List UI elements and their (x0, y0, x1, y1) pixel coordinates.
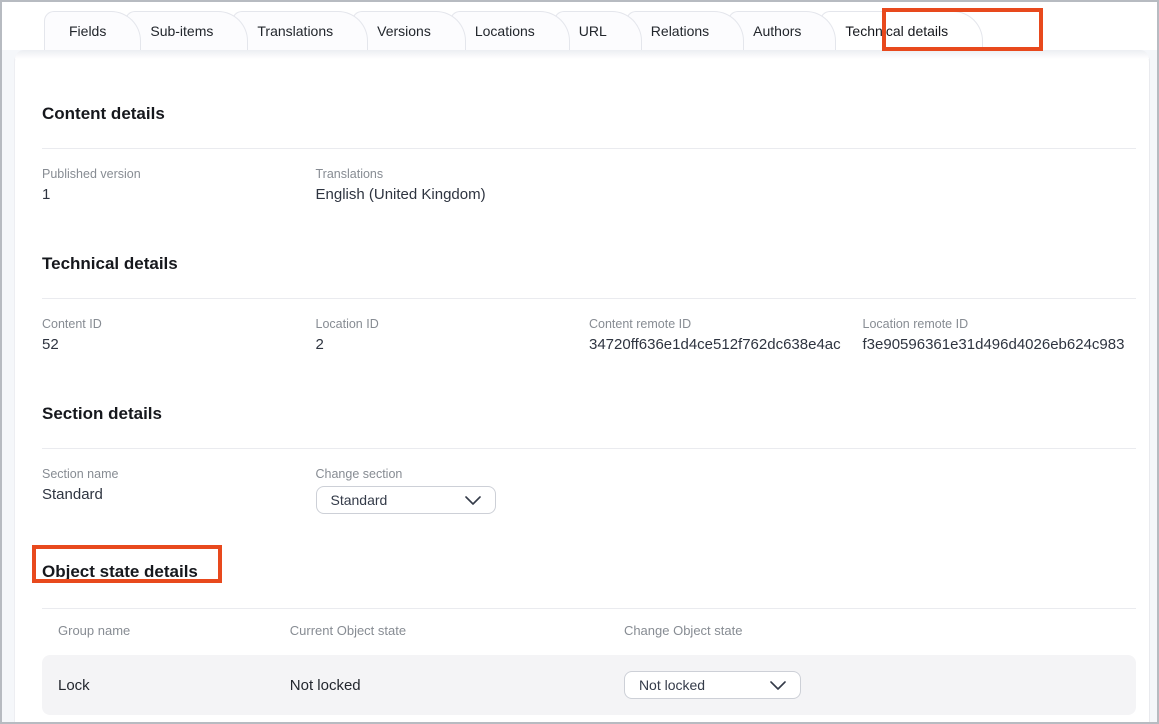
technical-details-heading: Technical details (42, 254, 1136, 274)
field-location-remote-id: Location remote ID f3e90596361e31d496d40… (863, 317, 1137, 354)
field-label: Content remote ID (589, 317, 863, 332)
field-value: 1 (42, 186, 316, 204)
chevron-down-icon (465, 496, 481, 505)
tab-versions[interactable]: Versions (352, 11, 466, 50)
chevron-down-icon (770, 681, 786, 690)
content-details-heading: Content details (42, 104, 1136, 124)
tab-technical-details[interactable]: Technical details (820, 11, 983, 50)
field-label: Section name (42, 467, 316, 482)
change-section-dropdown[interactable]: Standard (316, 486, 496, 514)
field-section-name: Section name Standard (42, 467, 316, 514)
tabbar-shadow (15, 50, 1149, 59)
field-value: f3e90596361e31d496d4026eb624c983 (863, 336, 1137, 354)
field-value: 2 (316, 336, 590, 354)
dropdown-value: Standard (331, 492, 388, 508)
field-value: 52 (42, 336, 316, 354)
change-object-state-dropdown[interactable]: Not locked (624, 671, 801, 699)
tab-sub-items[interactable]: Sub-items (125, 11, 248, 50)
technical-details-fields: Content ID 52 Location ID 2 Content remo… (42, 299, 1136, 354)
field-published-version: Published version 1 (42, 167, 316, 204)
field-label: Published version (42, 167, 316, 182)
column-group-name: Group name (58, 623, 290, 638)
tab-relations[interactable]: Relations (626, 11, 744, 50)
content-card: Content details Published version 1 Tran… (14, 50, 1150, 722)
tab-locations[interactable]: Locations (450, 11, 570, 50)
field-change-section: Change section Standard (316, 467, 590, 514)
dropdown-value: Not locked (639, 677, 705, 693)
tab-authors[interactable]: Authors (728, 11, 836, 50)
tab-fields[interactable]: Fields (44, 11, 141, 50)
field-label: Content ID (42, 317, 316, 332)
field-translations: Translations English (United Kingdom) (316, 167, 590, 204)
technical-details-page: Fields Sub-items Translations Versions L… (0, 0, 1159, 724)
field-location-id: Location ID 2 (316, 317, 590, 354)
field-label: Location remote ID (863, 317, 1137, 332)
table-row: Lock Not locked Not locked (42, 655, 1136, 715)
current-object-state-cell: Not locked (290, 677, 624, 694)
field-value: English (United Kingdom) (316, 186, 590, 204)
field-value: 34720ff636e1d4ce512f762dc638e4ac (589, 336, 863, 354)
column-change-object-state: Change Object state (624, 623, 1136, 638)
field-label: Translations (316, 167, 590, 182)
object-state-table-header: Group name Current Object state Change O… (42, 609, 1136, 638)
column-current-object-state: Current Object state (290, 623, 624, 638)
field-content-id: Content ID 52 (42, 317, 316, 354)
field-label: Change section (316, 467, 590, 482)
object-state-details-heading: Object state details (42, 562, 1136, 582)
section-details-fields: Section name Standard Change section Sta… (42, 449, 1136, 514)
tab-translations[interactable]: Translations (232, 11, 368, 50)
content-details-fields: Published version 1 Translations English… (42, 149, 1136, 204)
group-name-cell: Lock (58, 677, 290, 694)
tab-bar: Fields Sub-items Translations Versions L… (2, 2, 1157, 50)
field-value: Standard (42, 486, 316, 504)
field-label: Location ID (316, 317, 590, 332)
section-details-heading: Section details (42, 404, 1136, 424)
field-content-remote-id: Content remote ID 34720ff636e1d4ce512f76… (589, 317, 863, 354)
